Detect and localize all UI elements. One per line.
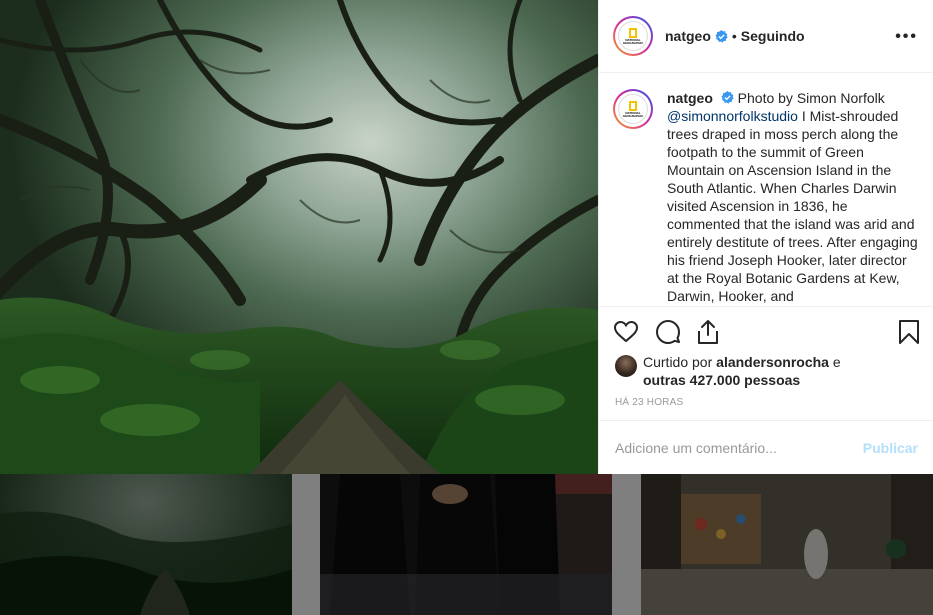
caption-mention-link[interactable]: @simonnorfolkstudio bbox=[667, 108, 798, 124]
post-username[interactable]: natgeo bbox=[665, 28, 711, 44]
verified-badge-icon bbox=[715, 29, 728, 43]
post-modal: NATIONAL GEOGRAPHIC natgeo • Seguindo ••… bbox=[0, 0, 933, 474]
likes-summary: Curtido por alandersonrocha e outras 427… bbox=[615, 353, 925, 389]
separator-dot: • bbox=[731, 28, 737, 44]
avatar[interactable]: NATIONAL GEOGRAPHIC bbox=[613, 16, 653, 56]
caption: NATIONAL GEOGRAPHIC natgeo Photo by Simo… bbox=[599, 73, 933, 306]
comment-icon[interactable] bbox=[655, 319, 681, 345]
caption-username[interactable]: natgeo bbox=[667, 90, 713, 106]
liker-avatar[interactable] bbox=[615, 355, 637, 377]
natgeo-logo-text: NATIONAL GEOGRAPHIC bbox=[622, 37, 644, 45]
publish-button[interactable]: Publicar bbox=[863, 440, 918, 456]
caption-text: natgeo Photo by Simon Norfolk @simonnorf… bbox=[667, 89, 918, 306]
more-options-button[interactable]: ••• bbox=[895, 28, 918, 46]
share-icon[interactable] bbox=[695, 319, 721, 345]
following-button[interactable]: Seguindo bbox=[741, 28, 805, 44]
misty-forest-photo bbox=[0, 0, 598, 474]
natgeo-logo: NATIONAL GEOGRAPHIC bbox=[618, 21, 648, 51]
bookmark-icon[interactable] bbox=[896, 319, 922, 345]
comment-input[interactable] bbox=[615, 439, 863, 456]
action-bar bbox=[599, 306, 933, 356]
instagram-post-viewer: NATIONAL GEOGRAPHIC natgeo • Seguindo ••… bbox=[0, 0, 933, 615]
post-timestamp[interactable]: HÁ 23 HORAS bbox=[615, 397, 683, 408]
liker-username[interactable]: alandersonrocha bbox=[716, 354, 829, 370]
post-sidebar: NATIONAL GEOGRAPHIC natgeo • Seguindo ••… bbox=[598, 0, 933, 474]
likes-text: Curtido por alandersonrocha e outras 427… bbox=[643, 353, 841, 389]
likes-connector: e bbox=[832, 354, 841, 370]
grid-thumbnail-forest[interactable] bbox=[0, 474, 292, 615]
likes-count-link[interactable]: outras 427.000 pessoas bbox=[643, 372, 800, 388]
post-photo[interactable] bbox=[0, 0, 598, 474]
natgeo-logo: NATIONAL GEOGRAPHIC bbox=[618, 94, 648, 124]
natgeo-logo-text: NATIONAL GEOGRAPHIC bbox=[622, 110, 644, 118]
caption-body: I Mist-shrouded trees draped in moss per… bbox=[667, 108, 918, 304]
caption-photo-credit: Photo by Simon Norfolk bbox=[737, 90, 885, 106]
heart-icon[interactable] bbox=[613, 319, 639, 345]
likes-prefix: Curtido por bbox=[643, 354, 713, 370]
post-header: NATIONAL GEOGRAPHIC natgeo • Seguindo ••… bbox=[599, 0, 933, 73]
profile-grid-background bbox=[0, 474, 933, 615]
comment-form: Publicar bbox=[599, 420, 933, 474]
grid-thumbnail-market[interactable] bbox=[641, 474, 933, 615]
grid-thumbnail-people[interactable] bbox=[320, 474, 612, 615]
verified-badge-icon bbox=[721, 91, 734, 104]
caption-avatar[interactable]: NATIONAL GEOGRAPHIC bbox=[613, 89, 653, 129]
